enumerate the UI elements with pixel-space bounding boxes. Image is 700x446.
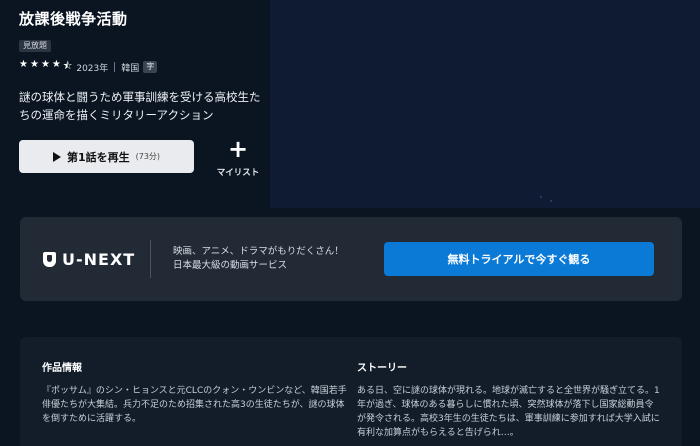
play-label: 第1話を再生: [66, 150, 130, 164]
hero-artwork: [270, 0, 700, 208]
synopsis-short: 謎の球体と闘うため軍事訓練を受ける高校生たちの運命を描くミリタリーアクション: [19, 90, 261, 122]
info-section: 作品情報 『ポッサム』のシン・ヒョンスと元CLCのクォン・ウンビンなど、韓国若手…: [20, 337, 682, 446]
plus-icon: +: [227, 135, 249, 163]
promo-line-2: 日本最大級の動画サービス: [173, 260, 288, 271]
title-detail-page: 放課後戦争活動 見放題 ★ ★ ★ ★ ⯪ 2023年 韓国 字 謎の球体と闘う…: [0, 0, 700, 446]
rating-stars: ★ ★ ★ ★ ⯪: [19, 59, 72, 76]
works-text: 『ポッサム』のシン・ヒョンスと元CLCのクォン・ウンビンなど、韓国若手俳優たちが…: [42, 386, 347, 424]
free-trial-button[interactable]: 無料トライアルで今すぐ観る: [384, 242, 654, 276]
play-icon: [52, 151, 61, 162]
story-info: ストーリー ある日、空に謎の球体が現れる。地球が滅亡すると全世界が騒ぎ立てる。1…: [357, 359, 662, 440]
star-icon: ★: [19, 58, 28, 70]
works-info: 作品情報 『ポッサム』のシン・ヒョンスと元CLCのクォン・ウンビンなど、韓国若手…: [42, 359, 347, 426]
country: 韓国: [121, 63, 140, 74]
half-star-icon: ⯪: [62, 60, 73, 72]
meta-row: ★ ★ ★ ★ ⯪ 2023年 韓国 字: [19, 59, 158, 76]
mylist-label: マイリスト: [216, 168, 260, 178]
unext-logo: U-NEXT: [43, 247, 135, 271]
divider: [114, 62, 116, 72]
promo-banner: U-NEXT 映画、アニメ、ドラマがもりだくさん！ 日本最大級の動画サービス 無…: [20, 217, 682, 301]
subtitle-tag: 字: [143, 61, 158, 73]
play-episode-button[interactable]: 第1話を再生 (73分): [19, 140, 194, 173]
star-icon: ★: [51, 58, 61, 70]
star-icon: ★: [29, 58, 39, 70]
star-icon: ★: [40, 58, 50, 70]
mylist-button[interactable]: + マイリスト: [212, 135, 264, 178]
unext-logo-icon: [43, 251, 56, 267]
artwork-dot: [540, 196, 542, 198]
story-heading: ストーリー: [357, 363, 407, 374]
page-title: 放課後戦争活動: [19, 10, 128, 28]
divider: [150, 240, 151, 278]
unlimited-badge: 見放題: [19, 40, 51, 52]
promo-line-1: 映画、アニメ、ドラマがもりだくさん！: [173, 246, 344, 257]
artwork-dot: [550, 200, 552, 202]
works-heading: 作品情報: [42, 363, 82, 374]
promo-text: 映画、アニメ、ドラマがもりだくさん！ 日本最大級の動画サービス: [173, 245, 344, 273]
logo-text: U-NEXT: [62, 249, 136, 269]
play-duration: (73分): [135, 152, 161, 161]
story-text: ある日、空に謎の球体が現れる。地球が滅亡すると全世界が騒ぎ立てる。1年が過ぎ、球…: [357, 386, 660, 438]
release-year: 2023年: [76, 63, 109, 74]
